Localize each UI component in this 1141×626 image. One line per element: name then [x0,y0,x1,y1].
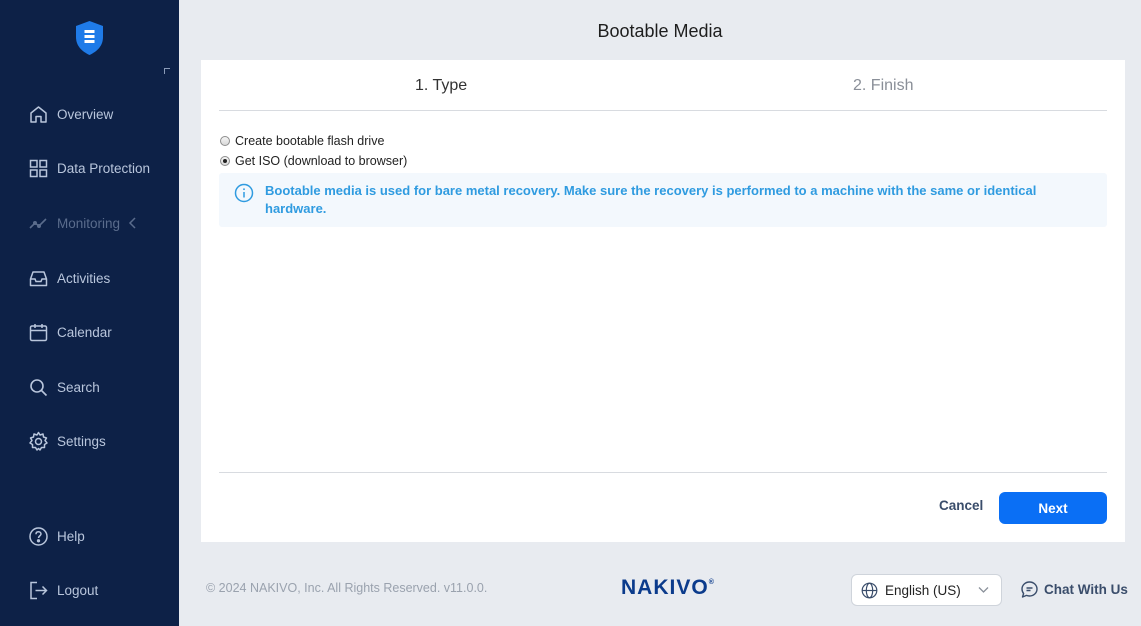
sidebar-item-monitoring: Monitoring [28,211,138,235]
language-select[interactable]: English (US) [851,574,1002,606]
wizard-step-finish: 2. Finish [853,77,914,94]
chat-label: Chat With Us [1044,582,1128,597]
sidebar-item-label: Overview [57,106,114,122]
sidebar-collapse-icon[interactable] [164,68,170,74]
home-icon [28,104,49,125]
nakivo-shield-logo-icon[interactable] [74,20,105,56]
radio-button-checked[interactable] [220,156,230,166]
globe-icon [861,582,878,598]
sidebar-item-label: Monitoring [57,215,121,231]
brand-name: NAKIVO [621,576,709,599]
option-label: Create bootable flash drive [235,134,385,148]
chevron-down-icon [978,587,989,593]
inbox-icon [28,268,49,289]
grid-icon [28,158,49,179]
help-icon [28,526,49,547]
sidebar-item-label: Help [57,528,85,544]
sidebar-item-calendar[interactable]: Calendar [28,320,112,344]
sidebar-item-logout[interactable]: Logout [28,578,98,602]
nakivo-brand-logo: NAKIVO® [621,576,714,600]
sidebar-item-label: Calendar [57,324,112,340]
calendar-icon [28,322,49,343]
sidebar: Overview Data Protection Monitoring Acti… [0,0,179,626]
cancel-button[interactable]: Cancel [939,498,983,513]
sidebar-item-label: Data Protection [57,160,151,176]
divider [219,472,1107,473]
copyright-text: © 2024 NAKIVO, Inc. All Rights Reserved.… [206,581,488,595]
page-title: Bootable Media [597,21,723,41]
option-label: Get ISO (download to browser) [235,154,408,168]
next-button[interactable]: Next [999,492,1107,524]
chat-with-us-button[interactable]: Chat With Us [1020,580,1128,599]
sidebar-item-data-protection[interactable]: Data Protection [28,156,150,180]
sidebar-item-label: Settings [57,433,106,449]
sidebar-item-label: Search [57,379,100,395]
sidebar-item-label: Activities [57,270,111,286]
sidebar-item-search[interactable]: Search [28,375,100,399]
wizard-step-type[interactable]: 1. Type [415,77,467,95]
gear-icon [28,431,49,452]
info-icon [234,183,254,203]
chevron-left-icon [128,217,136,229]
sidebar-item-help[interactable]: Help [28,524,85,548]
info-notice: Bootable media is used for bare metal re… [219,173,1107,227]
language-label: English (US) [885,582,961,598]
option-create-flash-drive[interactable]: Create bootable flash drive [220,134,384,148]
sidebar-item-label: Logout [57,582,99,598]
sidebar-item-settings[interactable]: Settings [28,429,106,453]
option-get-iso[interactable]: Get ISO (download to browser) [220,154,407,168]
logout-icon [28,580,49,601]
chart-line-icon [28,213,49,234]
sidebar-item-overview[interactable]: Overview [28,102,113,126]
registered-mark: ® [708,579,714,586]
search-icon [28,377,49,398]
radio-button[interactable] [220,136,230,146]
chat-icon [1021,581,1038,598]
divider [219,110,1107,111]
info-text: Bootable media is used for bare metal re… [265,183,1037,216]
sidebar-item-activities[interactable]: Activities [28,266,110,290]
bootable-media-wizard: 1. Type 2. Finish Create bootable flash … [201,60,1125,542]
